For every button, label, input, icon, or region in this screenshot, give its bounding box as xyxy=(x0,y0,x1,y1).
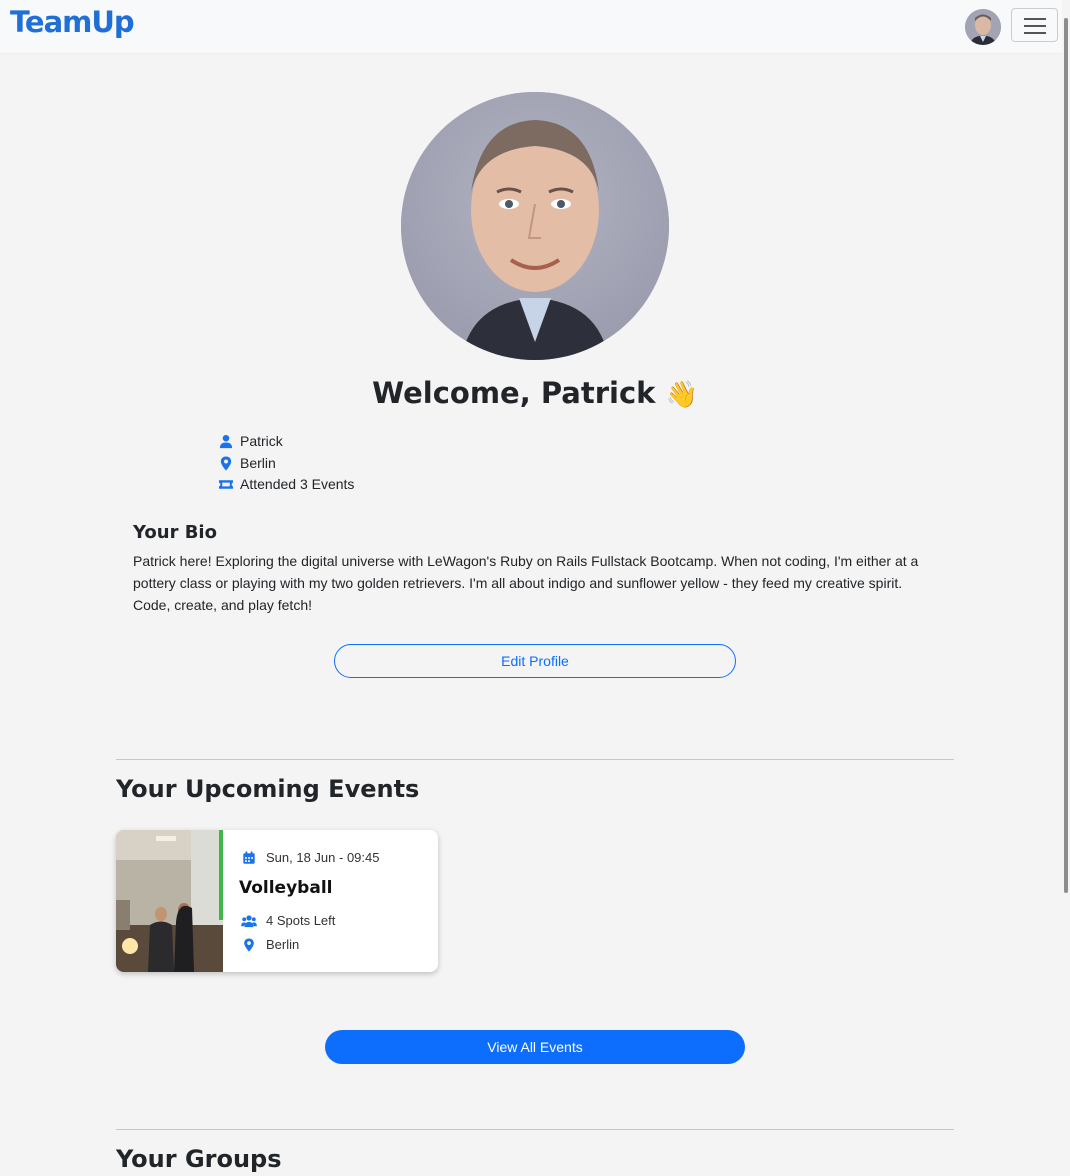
section-divider xyxy=(116,1129,954,1130)
ticket-icon xyxy=(218,480,234,489)
user-avatar[interactable] xyxy=(965,9,1001,45)
event-card[interactable]: Sun, 18 Jun - 09:45 Volleyball 4 Spots L… xyxy=(116,830,438,972)
hamburger-icon-bar xyxy=(1024,32,1046,34)
edit-profile-button[interactable]: Edit Profile xyxy=(334,644,736,678)
profile-info-text: Attended 3 Events xyxy=(240,476,355,492)
profile-info-text: Patrick xyxy=(240,433,283,449)
groups-heading: Your Groups xyxy=(116,1145,282,1173)
view-all-events-button[interactable]: View All Events xyxy=(325,1030,745,1064)
menu-toggle-button[interactable] xyxy=(1011,8,1058,42)
scrollbar[interactable] xyxy=(1062,0,1070,1176)
welcome-text: Welcome, Patrick xyxy=(372,376,656,410)
section-divider xyxy=(116,759,954,760)
users-icon xyxy=(241,915,257,928)
upcoming-events-heading: Your Upcoming Events xyxy=(116,775,420,803)
event-spots: 4 Spots Left xyxy=(266,913,336,928)
brand-logo[interactable]: TeamUp xyxy=(10,5,135,39)
location-pin-icon xyxy=(244,938,254,952)
waving-hand-icon: 👋 xyxy=(665,380,698,410)
bio-heading: Your Bio xyxy=(133,522,217,543)
navbar: TeamUp xyxy=(0,0,1062,54)
bio-text: Patrick here! Exploring the digital univ… xyxy=(133,553,919,613)
scroll-thumb[interactable] xyxy=(1064,18,1068,893)
hamburger-icon-bar xyxy=(1024,25,1046,27)
event-date: Sun, 18 Jun - 09:45 xyxy=(266,850,380,865)
welcome-heading: Welcome, Patrick 👋 xyxy=(0,376,1070,410)
profile-info-text: Berlin xyxy=(240,455,276,471)
profile-photo xyxy=(401,92,669,360)
hamburger-icon xyxy=(1024,18,1046,20)
user-icon xyxy=(219,434,233,449)
calendar-icon xyxy=(243,851,255,864)
event-title[interactable]: Volleyball xyxy=(239,878,332,898)
event-location: Berlin xyxy=(266,937,300,952)
location-pin-icon xyxy=(220,456,232,471)
event-image xyxy=(116,830,223,972)
